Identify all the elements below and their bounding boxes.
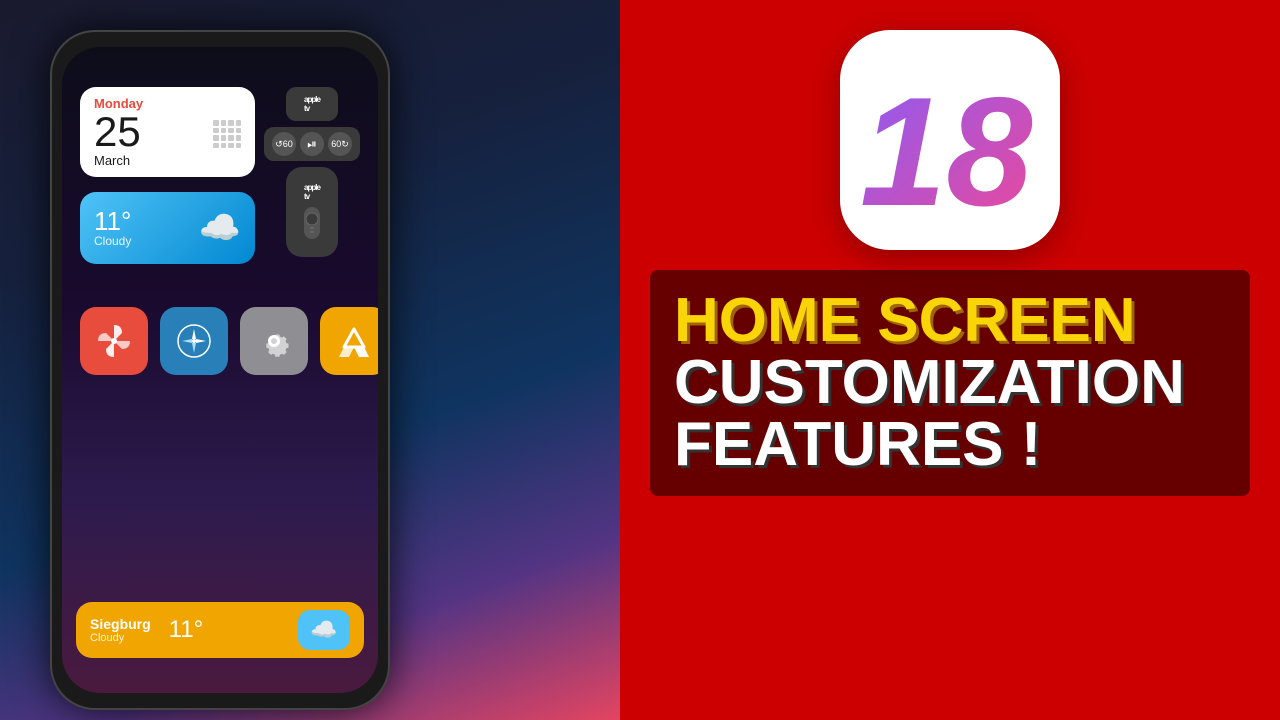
calendar-widget: Monday 25 March	[80, 87, 255, 177]
bottom-cloud-icon: ☁️	[298, 610, 350, 650]
app-icon-compass[interactable]	[160, 307, 228, 375]
app-icon-settings[interactable]	[240, 307, 308, 375]
appletv-remote[interactable]: appletv	[286, 167, 338, 257]
bottom-city: Siegburg	[90, 616, 151, 632]
rewind-button[interactable]: ↺60	[272, 132, 296, 156]
weather-description: Cloudy	[94, 234, 131, 248]
weather-widget: 11° Cloudy ☁️	[80, 192, 255, 264]
title-block: HOME SCREEN CUSTOMIZATION FEATURES !	[650, 270, 1250, 496]
drive-icon	[334, 321, 374, 361]
appletv-logo-button[interactable]: appletv	[286, 87, 338, 121]
weather-temperature: 11°	[94, 208, 131, 234]
bottom-temperature: 11°	[169, 616, 204, 644]
svg-text:18: 18	[860, 65, 1032, 230]
app-slot-empty-4	[320, 387, 378, 455]
ios18-number-svg: 18	[850, 50, 1050, 230]
calendar-date: Monday 25 March	[94, 96, 143, 168]
app-slot-empty-1	[80, 387, 148, 455]
play-pause-button[interactable]: ⏯	[300, 132, 324, 156]
calendar-month: March	[94, 153, 130, 168]
phone-mockup: Monday 25 March 11° Cloudy	[30, 20, 610, 710]
weather-info: 11° Cloudy	[94, 208, 131, 248]
remote-icon	[300, 205, 324, 241]
calendar-day-number: 25	[94, 111, 141, 153]
phone-body: Monday 25 March 11° Cloudy	[50, 30, 390, 710]
appletv-controls: appletv ↺60 ⏯ 60↻ appletv	[264, 87, 360, 257]
compass-icon	[174, 321, 214, 361]
title-line-2: CUSTOMIZATION	[674, 352, 1226, 414]
calendar-grid-icon	[213, 120, 241, 148]
playback-controls: ↺60 ⏯ 60↻	[264, 127, 360, 161]
bottom-weather-bar: Siegburg Cloudy 11° ☁️	[76, 602, 364, 658]
calendar-icon	[213, 116, 241, 148]
app-icons-grid	[80, 307, 378, 455]
weather-cloud-icon: ☁️	[199, 208, 241, 248]
pinwheel-icon	[94, 321, 134, 361]
settings-gear-icon	[254, 321, 294, 361]
ios18-app-icon: 18	[840, 30, 1060, 250]
app-slot-empty-3	[240, 387, 308, 455]
bottom-weather-status: Cloudy	[90, 632, 151, 644]
app-icon-google-drive[interactable]	[320, 307, 378, 375]
title-line-3: FEATURES !	[674, 414, 1226, 476]
right-panel: 18 HOME SCREEN CUSTOMIZATION FEATURES !	[620, 0, 1280, 720]
app-icon-pinwheel[interactable]	[80, 307, 148, 375]
title-line-1: HOME SCREEN	[674, 290, 1226, 352]
bottom-location: Siegburg Cloudy	[90, 616, 151, 644]
phone-screen: Monday 25 March 11° Cloudy	[62, 47, 378, 693]
app-slot-empty-2	[160, 387, 228, 455]
fast-forward-button[interactable]: 60↻	[328, 132, 352, 156]
